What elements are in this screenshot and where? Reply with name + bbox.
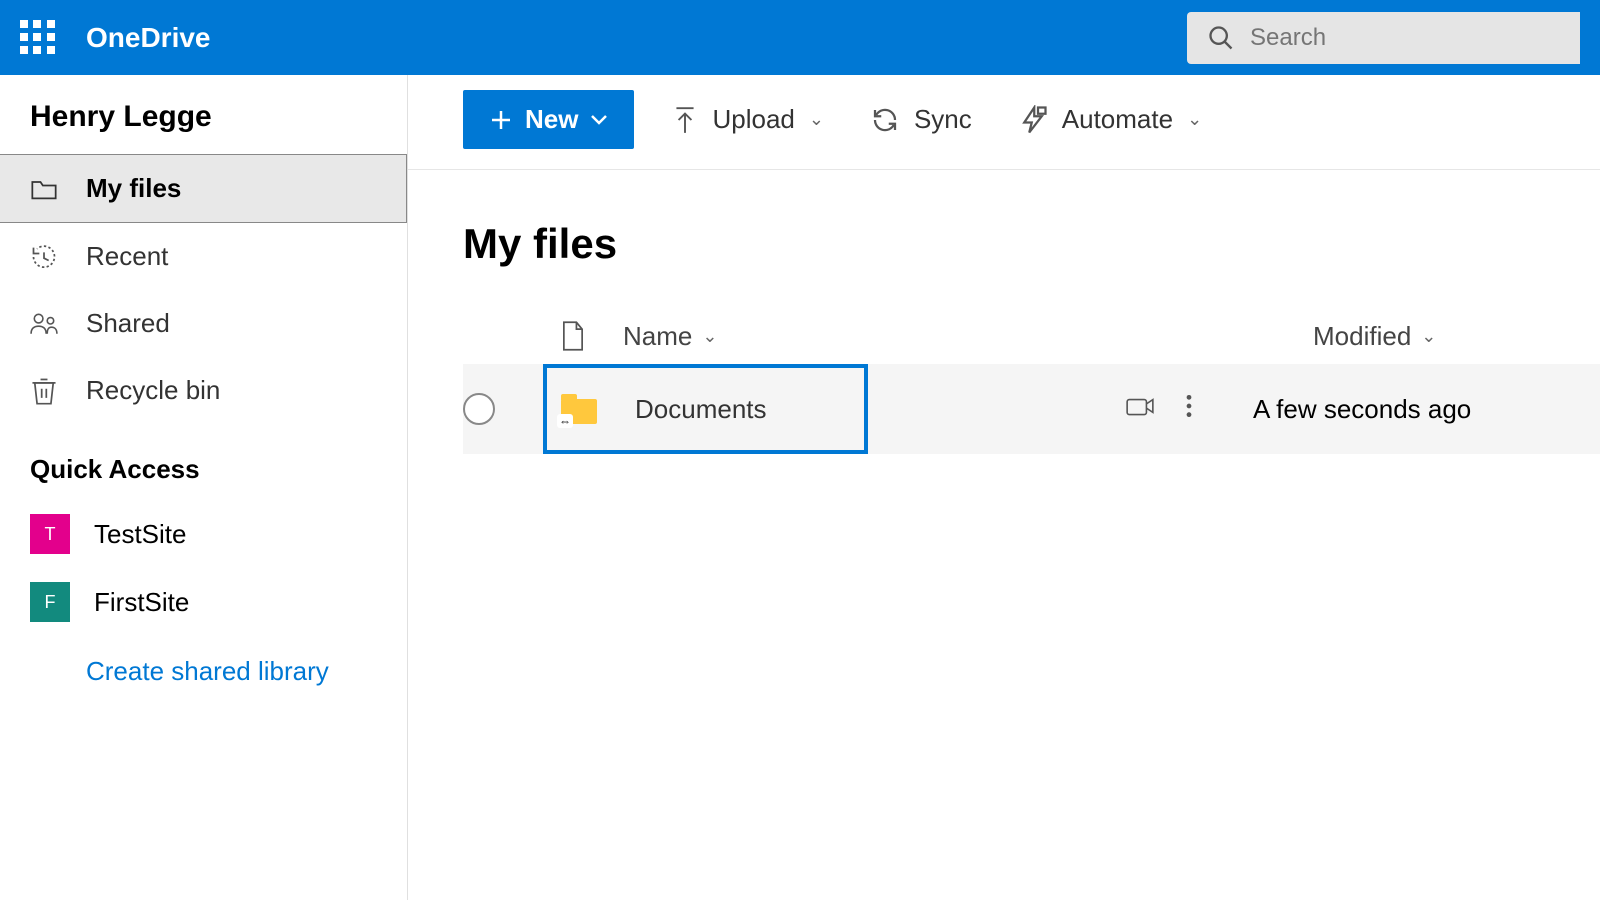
shared-icon bbox=[30, 310, 58, 338]
page-title: My files bbox=[408, 170, 1600, 308]
nav-label: Recent bbox=[86, 241, 168, 272]
quick-access-title: Quick Access bbox=[0, 424, 407, 500]
plus-icon bbox=[489, 108, 513, 132]
new-label: New bbox=[525, 104, 578, 135]
nav-my-files[interactable]: My files bbox=[0, 154, 407, 223]
create-shared-library-link[interactable]: Create shared library bbox=[0, 636, 407, 707]
app-header: OneDrive bbox=[0, 0, 1600, 75]
table-row[interactable]: ⇔ Documents A few seconds ago bbox=[463, 364, 1600, 454]
qa-label: TestSite bbox=[94, 519, 187, 550]
site-tile-icon: F bbox=[30, 582, 70, 622]
nav-shared[interactable]: Shared bbox=[0, 290, 407, 357]
qa-label: FirstSite bbox=[94, 587, 189, 618]
row-select-checkbox[interactable] bbox=[463, 393, 495, 425]
sync-icon bbox=[870, 105, 900, 135]
search-icon bbox=[1207, 24, 1235, 52]
folder-icon bbox=[30, 175, 58, 203]
list-header-row: Name ⌄ Modified ⌄ bbox=[463, 308, 1600, 364]
chevron-down-icon: ⌄ bbox=[1421, 326, 1436, 347]
upload-button[interactable]: Upload ⌄ bbox=[664, 94, 832, 145]
recycle-icon bbox=[30, 377, 58, 405]
column-name-header[interactable]: Name ⌄ bbox=[603, 321, 1143, 352]
search-box[interactable] bbox=[1187, 12, 1580, 64]
nav-label: Shared bbox=[86, 308, 170, 339]
new-button[interactable]: New bbox=[463, 90, 634, 149]
chevron-down-icon: ⌄ bbox=[1187, 109, 1202, 130]
user-name: Henry Legge bbox=[0, 100, 407, 154]
nav-recent[interactable]: Recent bbox=[0, 223, 407, 290]
sync-button[interactable]: Sync bbox=[862, 94, 980, 145]
chevron-down-icon: ⌄ bbox=[809, 109, 824, 130]
upload-label: Upload bbox=[712, 104, 794, 135]
folder-link-icon: ⇔ bbox=[561, 394, 597, 424]
highlighted-folder-cell[interactable]: ⇔ Documents bbox=[543, 364, 868, 454]
app-title[interactable]: OneDrive bbox=[86, 22, 211, 54]
nav-label: Recycle bin bbox=[86, 375, 220, 406]
share-icon[interactable] bbox=[1125, 393, 1155, 426]
more-actions-icon[interactable] bbox=[1185, 393, 1193, 426]
quick-access-firstsite[interactable]: F FirstSite bbox=[0, 568, 407, 636]
sync-label: Sync bbox=[914, 104, 972, 135]
automate-button[interactable]: Automate ⌄ bbox=[1010, 94, 1210, 145]
automate-label: Automate bbox=[1062, 104, 1173, 135]
file-list: Name ⌄ Modified ⌄ ⇔ bbox=[408, 308, 1600, 454]
app-launcher-icon[interactable] bbox=[20, 20, 56, 56]
upload-icon bbox=[672, 105, 698, 135]
file-type-column-icon[interactable] bbox=[543, 320, 603, 352]
site-tile-icon: T bbox=[30, 514, 70, 554]
chevron-down-icon: ⌄ bbox=[702, 326, 717, 347]
chevron-down-icon bbox=[590, 114, 608, 126]
sidebar: Henry Legge My files Recent Shared Recyc… bbox=[0, 75, 408, 900]
file-name: Documents bbox=[597, 394, 767, 425]
automate-icon bbox=[1018, 105, 1048, 135]
command-bar: New Upload ⌄ Sync Automate ⌄ bbox=[408, 90, 1600, 170]
search-input[interactable] bbox=[1250, 24, 1560, 52]
recent-icon bbox=[30, 243, 58, 271]
nav-recycle-bin[interactable]: Recycle bin bbox=[0, 357, 407, 424]
nav-label: My files bbox=[86, 173, 181, 204]
column-modified-header[interactable]: Modified ⌄ bbox=[1273, 321, 1600, 352]
quick-access-testsite[interactable]: T TestSite bbox=[0, 500, 407, 568]
modified-cell: A few seconds ago bbox=[1213, 394, 1600, 425]
main-content: New Upload ⌄ Sync Automate ⌄ My files bbox=[408, 75, 1600, 900]
